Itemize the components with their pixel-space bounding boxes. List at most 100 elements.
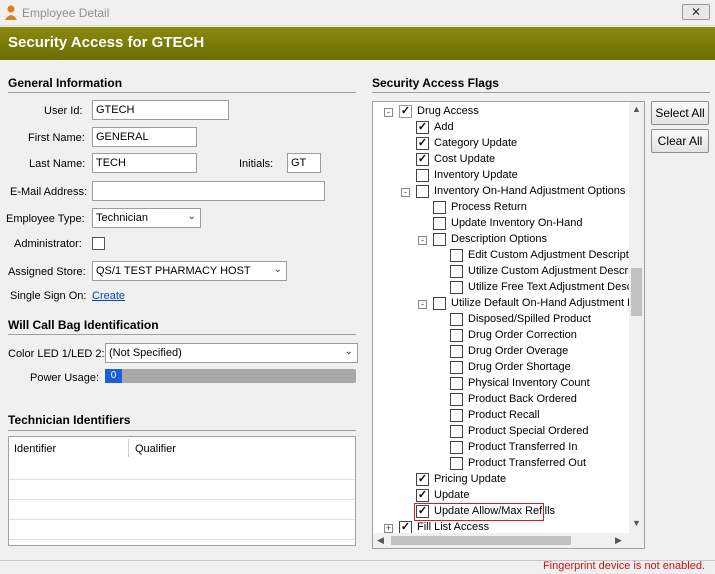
administrator-checkbox[interactable] [92,237,105,250]
color-led-select[interactable]: (Not Specified) ⌄ [105,343,358,363]
tree-node[interactable]: - Description Options [373,232,629,248]
tree-checkbox[interactable] [450,441,463,454]
scroll-up-icon[interactable]: ▲ [632,104,641,114]
collapse-icon[interactable]: - [418,300,427,309]
tree-node[interactable]: ✓ Category Update [373,136,629,152]
tree-checkbox[interactable] [450,329,463,342]
tree-node-label: Drug Order Shortage [468,361,571,373]
tree-node[interactable]: ✓ Update [373,488,629,504]
tree-checkbox[interactable]: ✓ [416,489,429,502]
tree-node[interactable]: - Utilize Default On-Hand Adjustment D [373,296,635,312]
tree-node[interactable]: Product Transferred In [373,440,629,456]
expand-icon[interactable]: + [384,524,393,533]
employee-type-label: Employee Type: [6,213,85,225]
scroll-left-icon[interactable]: ◀ [377,535,384,546]
scroll-right-icon[interactable]: ▶ [615,535,622,546]
tree-node[interactable]: ✓ Add [373,120,629,136]
tree-node[interactable]: Drug Order Shortage [373,360,629,376]
user-id-label: User Id: [44,105,83,117]
tree-checkbox[interactable] [450,265,463,278]
tree-checkbox[interactable] [450,393,463,406]
tree-checkbox[interactable]: ✓ [416,153,429,166]
initials-input[interactable]: GT [287,153,321,173]
tree-checkbox[interactable] [450,313,463,326]
tree-node[interactable]: ✓ Cost Update [373,152,629,168]
horizontal-scroll-thumb[interactable] [391,536,571,545]
tree-node[interactable]: Process Return [373,200,629,216]
table-row [9,499,355,500]
tree-checkbox[interactable] [450,345,463,358]
window-title: Employee Detail [22,6,110,20]
tree-node-label: Cost Update [434,153,496,165]
tree-checkbox[interactable]: ✓ [416,121,429,134]
select-all-button[interactable]: Select All [651,101,709,125]
horizontal-scrollbar[interactable]: ◀ ▶ [373,533,629,548]
tree-node-label: Update Inventory On-Hand [451,217,583,229]
tree-checkbox[interactable] [450,281,463,294]
assigned-store-select[interactable]: QS/1 TEST PHARMACY HOST ⌄ [92,261,287,281]
tree-checkbox[interactable]: ✓ [416,473,429,486]
chevron-down-icon: ⌄ [273,264,282,275]
tree-node[interactable]: ✓ Pricing Update [373,472,629,488]
tree-node[interactable]: Drug Order Overage [373,344,629,360]
tree-node[interactable]: - Inventory On-Hand Adjustment Options [373,184,629,200]
security-flags-tree[interactable]: - ✓ Drug Access ✓ Add ✓ Category Update ✓ Cost U… [372,101,645,549]
tree-node[interactable]: - ✓ Drug Access [373,104,629,120]
tree-checkbox[interactable]: ✓ [416,137,429,150]
scroll-down-icon[interactable]: ▼ [632,518,641,528]
tree-node-label: Product Special Ordered [468,425,589,437]
tree-checkbox[interactable] [433,297,446,310]
power-usage-slider[interactable]: 0 [105,369,356,383]
tree-node[interactable]: Utilize Free Text Adjustment Desc [373,280,632,296]
first-name-input[interactable]: GENERAL [92,127,197,147]
collapse-icon[interactable]: - [384,108,393,117]
tree-node-label: Product Transferred In [468,441,578,453]
tree-checkbox[interactable] [450,457,463,470]
email-input[interactable] [92,181,325,201]
tree-node[interactable]: Disposed/Spilled Product [373,312,629,328]
tree-checkbox[interactable] [450,409,463,422]
tree-checkbox[interactable] [450,377,463,390]
technician-identifiers-table[interactable]: Identifier Qualifier [8,436,356,546]
tree-node-label: Edit Custom Adjustment Descriptio [468,249,638,261]
tree-node[interactable]: Physical Inventory Count [373,376,629,392]
tree-node[interactable]: Edit Custom Adjustment Descriptio [373,248,637,264]
tree-checkbox[interactable] [433,217,446,230]
tree-node[interactable]: Product Special Ordered [373,424,629,440]
tree-node-label: Fill List Access [417,521,490,533]
window-title-bar: Employee Detail ✕ [0,0,715,26]
tree-checkbox[interactable] [416,185,429,198]
employee-type-select[interactable]: Technician ⌄ [92,208,201,228]
sso-create-link[interactable]: Create [92,290,125,302]
collapse-icon[interactable]: - [401,188,410,197]
tree-checkbox[interactable]: ✓ [399,105,412,118]
collapse-icon[interactable]: - [418,236,427,245]
tree-node[interactable]: Product Back Ordered [373,392,629,408]
tree-checkbox[interactable] [450,249,463,262]
tree-node[interactable]: Product Transferred Out [373,456,629,472]
tree-node[interactable]: Drug Order Correction [373,328,629,344]
user-id-input[interactable]: GTECH [92,100,229,120]
vertical-scroll-thumb[interactable] [631,268,642,316]
tree-node-label: Drug Order Correction [468,329,577,341]
tree-node[interactable]: ✓ Update Allow/Max Refills [373,503,629,521]
tree-checkbox[interactable] [450,425,463,438]
clear-all-button[interactable]: Clear All [651,129,709,153]
tree-node[interactable]: Update Inventory On-Hand [373,216,629,232]
fingerprint-status: Fingerprint device is not enabled. [542,560,705,572]
last-name-input[interactable]: TECH [92,153,197,173]
tree-checkbox[interactable] [450,361,463,374]
tree-checkbox[interactable] [433,233,446,246]
tree-node[interactable]: Inventory Update [373,168,629,184]
divider [8,92,356,93]
tree-checkbox[interactable] [433,201,446,214]
tree-checkbox[interactable] [416,169,429,182]
general-info-heading: General Information [8,76,123,90]
close-button[interactable]: ✕ [682,4,710,20]
tree-node[interactable]: Utilize Custom Adjustment Descrip [373,264,637,280]
vertical-scrollbar[interactable]: ▲ ▼ [629,102,644,548]
tree-node[interactable]: Product Recall [373,408,629,424]
tree-node-label: Add [434,121,454,133]
tree-node-label: Update [434,489,470,501]
tree-node-label: Drug Order Overage [468,345,569,357]
